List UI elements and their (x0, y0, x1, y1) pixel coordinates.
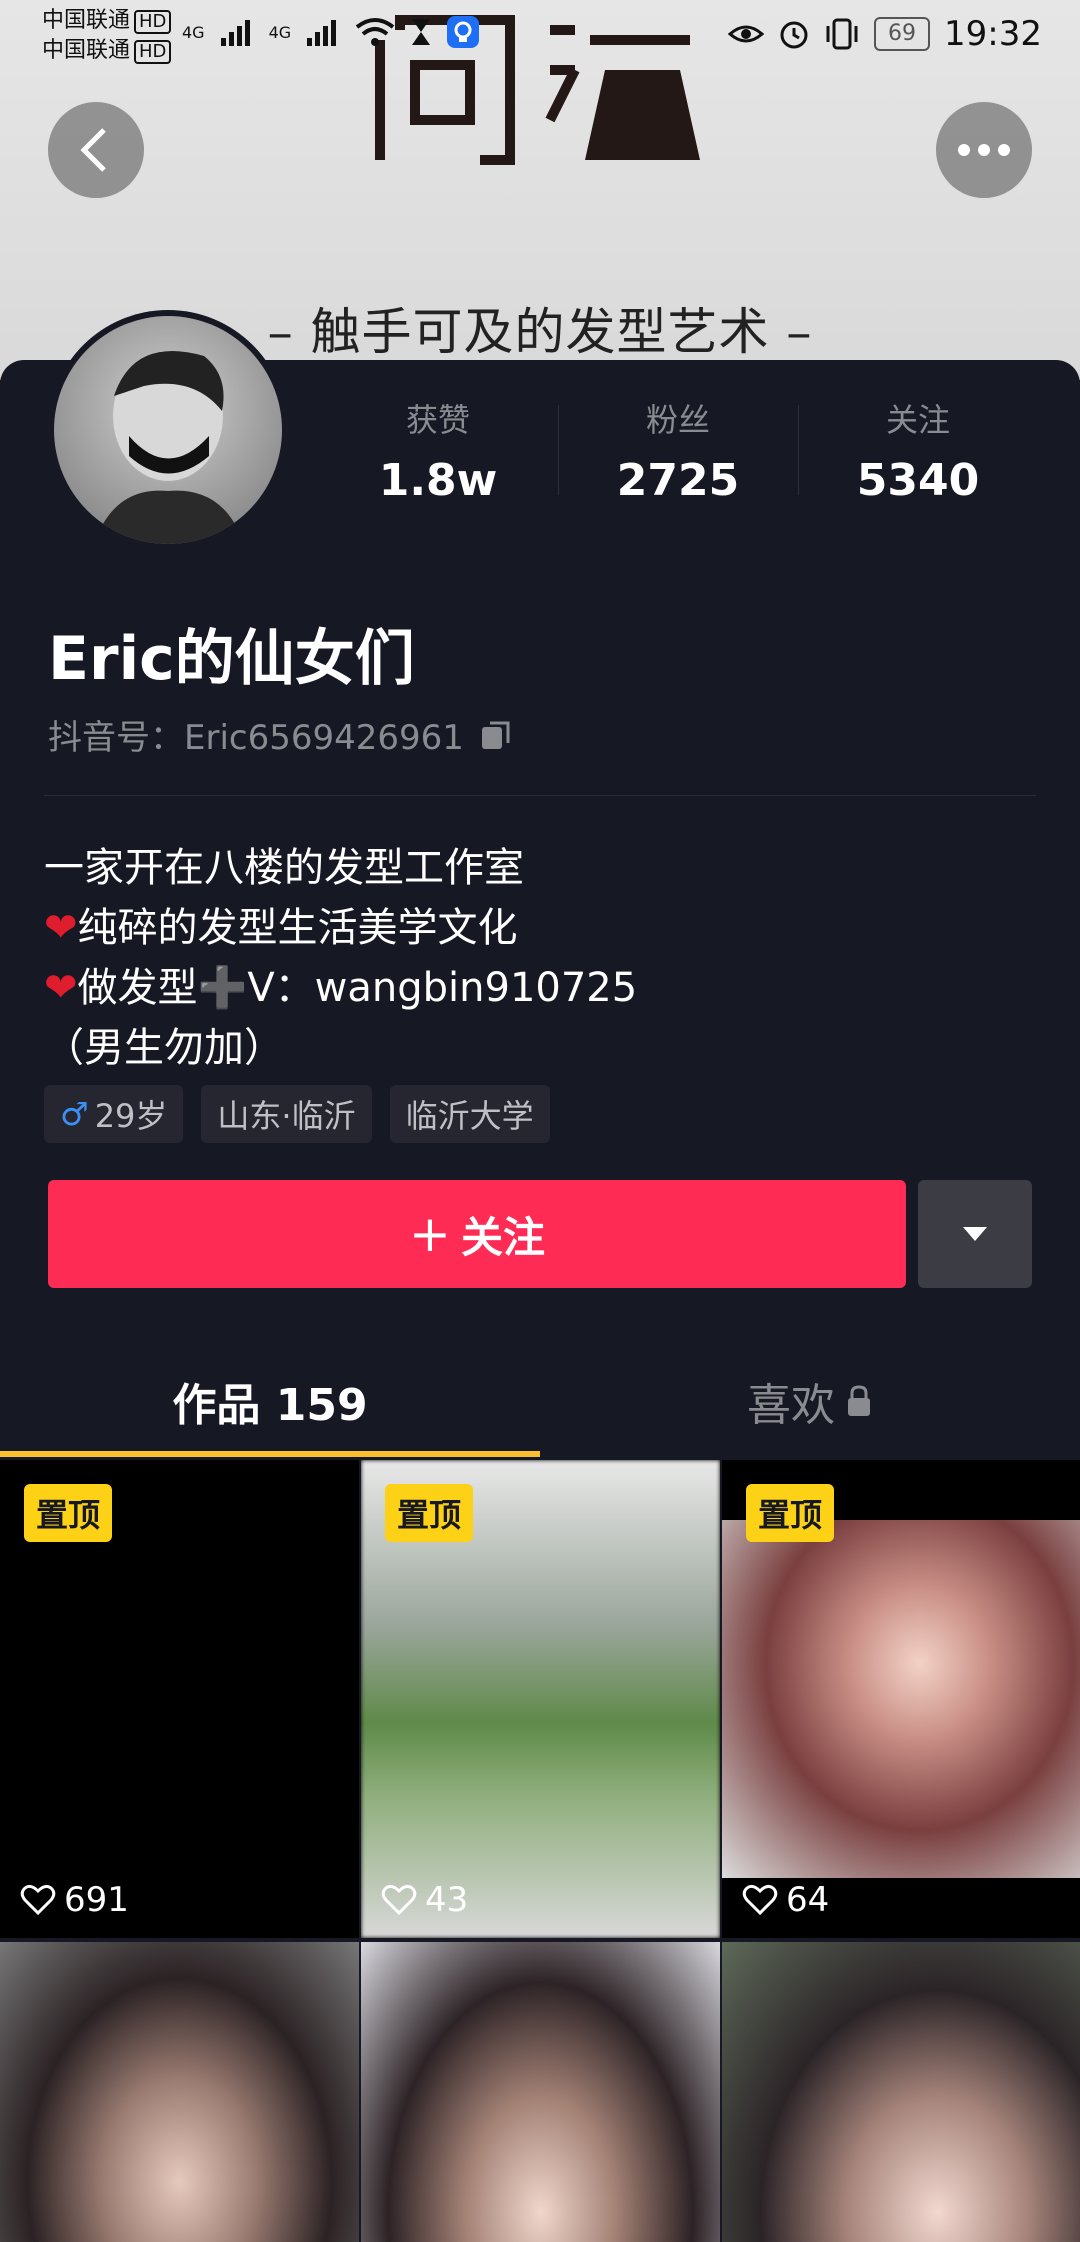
back-button[interactable] (48, 102, 144, 198)
thumbnail-image (722, 1942, 1080, 2242)
recommend-dropdown-button[interactable] (918, 1180, 1032, 1288)
bio-line: ❤纯碎的发型生活美学文化 (44, 905, 518, 951)
video-thumbnail[interactable]: 置顶 691 (0, 1460, 359, 1938)
plus-icon: + (409, 1205, 451, 1263)
tab-label: 喜欢 (747, 1380, 835, 1431)
heart-icon: ❤ (44, 905, 78, 951)
pinned-badge: 置顶 (746, 1484, 835, 1542)
bio-line: ❤做发型➕V：wangbin910725 (44, 965, 638, 1011)
tag-label: 29岁 (94, 1097, 168, 1135)
heart-outline-icon (20, 1884, 56, 1916)
avatar-image (54, 316, 282, 544)
pinned-badge: 置顶 (385, 1484, 474, 1542)
network-icons: 4G 4G (182, 16, 480, 48)
vibrate-icon (826, 18, 858, 50)
tag-location[interactable]: 山东·临沂 (201, 1085, 372, 1143)
signal-icon (220, 20, 250, 46)
thumbnail-image (361, 1942, 720, 2242)
chevron-left-icon (80, 128, 106, 172)
video-thumbnail[interactable] (361, 1942, 720, 2242)
bulb-icon (447, 16, 480, 48)
bio-line: 一家开在八楼的发型工作室 (44, 845, 524, 891)
stat-value: 5340 (856, 455, 980, 506)
stat-followers[interactable]: 粉丝 2725 (558, 395, 798, 506)
carrier-2: 中国联通 (42, 38, 131, 63)
wifi-icon (355, 18, 395, 46)
stat-likes[interactable]: 获赞 1.8w (318, 395, 558, 506)
profile-name: Eric的仙女们 (48, 624, 415, 694)
alarm-icon (780, 21, 808, 49)
stat-label: 获赞 (405, 401, 470, 439)
thumbnail-image (0, 1942, 359, 2242)
heart-outline-icon (381, 1884, 417, 1916)
stat-following[interactable]: 关注 5340 (798, 395, 1038, 506)
video-thumbnail[interactable] (722, 1942, 1080, 2242)
stat-value: 2725 (616, 455, 740, 506)
profile-bio: 一家开在八楼的发型工作室 ❤纯碎的发型生活美学文化 ❤做发型➕V：wangbin… (44, 838, 637, 1078)
status-bar: 中国联通 HD 中国联通 HD 4G 4G 69 19:32 (0, 0, 1080, 68)
id-value: Eric6569426961 (184, 718, 464, 758)
status-right: 69 19:32 (728, 14, 1042, 54)
id-label: 抖音号： (48, 718, 184, 758)
avatar-photo (94, 351, 244, 544)
battery-indicator: 69 (874, 17, 931, 51)
avatar[interactable] (48, 310, 288, 550)
thumbnail-image (722, 1520, 1080, 1878)
bio-line: （男生勿加） (44, 1025, 284, 1071)
video-grid: 置顶 691 置顶 43 置顶 64 (0, 1460, 1080, 2242)
divider (44, 795, 1036, 796)
profile-stats: 获赞 1.8w 粉丝 2725 关注 5340 (318, 395, 1038, 506)
video-thumbnail[interactable]: 置顶 43 (361, 1460, 720, 1938)
stat-value: 1.8w (378, 455, 498, 506)
follow-button[interactable]: + 关注 (48, 1180, 906, 1288)
more-icon (958, 144, 1010, 156)
hourglass-icon (412, 19, 431, 45)
tag-age: ♂ 29岁 (44, 1085, 184, 1143)
male-icon: ♂ (60, 1095, 89, 1133)
lock-icon (848, 1385, 870, 1416)
stat-label: 关注 (885, 401, 950, 439)
tag-label: 临沂大学 (405, 1097, 534, 1135)
like-count: 43 (381, 1880, 468, 1920)
pinned-badge: 置顶 (24, 1484, 113, 1542)
heart-outline-icon (742, 1884, 778, 1916)
profile-id: 抖音号：Eric6569426961 (48, 710, 514, 759)
more-options-button[interactable] (936, 102, 1032, 198)
eye-icon (728, 25, 765, 43)
tag-school[interactable]: 临沂大学 (389, 1085, 550, 1143)
profile-tags: ♂ 29岁 山东·临沂 临沂大学 (44, 1085, 550, 1143)
heart-icon: ❤ (44, 965, 78, 1011)
tag-label: 山东·临沂 (217, 1097, 356, 1135)
like-count: 691 (20, 1880, 129, 1920)
signal-icon (307, 20, 337, 46)
stat-label: 粉丝 (645, 401, 710, 439)
tab-works[interactable]: 作品 159 (0, 1345, 540, 1457)
follow-label: 关注 (460, 1212, 545, 1262)
tab-likes[interactable]: 喜欢 (540, 1345, 1080, 1457)
profile-tabs: 作品 159 喜欢 (0, 1345, 1080, 1457)
like-count: 64 (742, 1880, 829, 1920)
carrier-1: 中国联通 (42, 8, 131, 33)
clock: 19:32 (944, 14, 1042, 54)
video-thumbnail[interactable] (0, 1942, 359, 2242)
video-thumbnail[interactable]: 置顶 64 (722, 1460, 1080, 1938)
hd-badge: HD (134, 40, 172, 64)
network-type: 4G (182, 22, 205, 42)
network-type: 4G (268, 22, 292, 42)
copy-icon[interactable] (478, 717, 514, 753)
carrier-info: 中国联通 HD 中国联通 HD (42, 6, 172, 66)
caret-down-icon (963, 1227, 987, 1241)
hd-badge: HD (134, 10, 172, 34)
